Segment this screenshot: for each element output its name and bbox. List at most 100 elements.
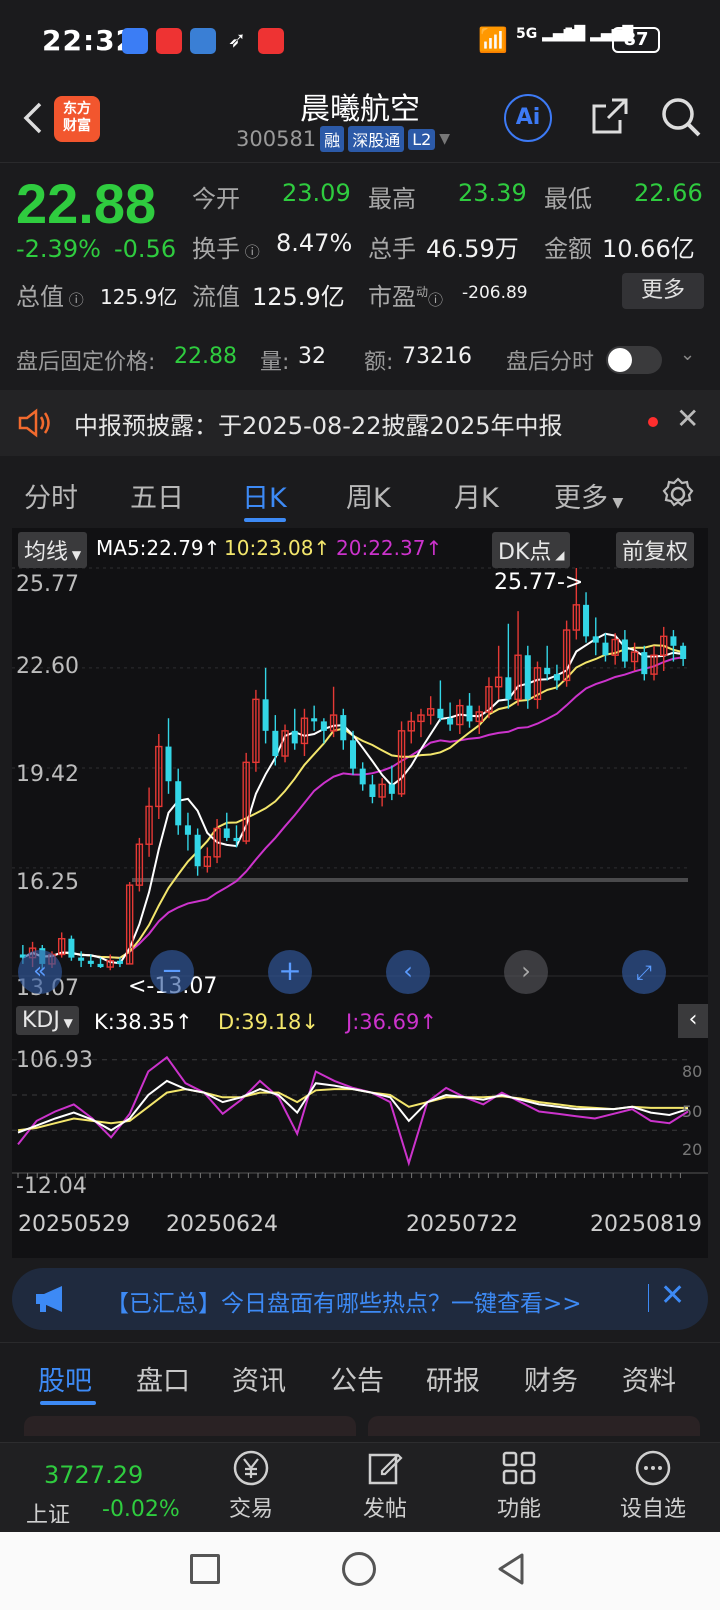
tab-announcements[interactable]: 公告 <box>330 1359 384 1398</box>
ah-amt: 73216 <box>402 344 472 369</box>
chevron-down-icon[interactable]: ⌄ <box>680 344 695 365</box>
fullscreen-icon[interactable]: ⤢ <box>622 950 666 994</box>
tab-forum[interactable]: 股吧 <box>38 1359 92 1398</box>
candle-body <box>272 730 279 757</box>
candle-body <box>320 721 327 731</box>
stock-code-row[interactable]: 300581 融 深股通 L2 ▼ <box>236 126 450 152</box>
tab-five-day[interactable]: 五日 <box>130 476 184 515</box>
more-dots-icon <box>635 1450 671 1486</box>
header: 东方 财富 晨曦航空 300581 融 深股通 L2 ▼ Ai <box>0 84 720 160</box>
tab-weekly-k[interactable]: 周K <box>346 476 391 515</box>
candle-body <box>97 963 104 968</box>
candle-body <box>311 718 318 722</box>
date-tick-1: 20250529 <box>18 1212 130 1237</box>
stock-code: 300581 <box>236 127 317 151</box>
tab-monthly-k[interactable]: 月K <box>454 476 499 515</box>
notice-banner[interactable]: 中报预披露：于2025-08-22披露2025年中报 ✕ <box>0 390 720 456</box>
rewind-icon[interactable]: « <box>18 950 62 994</box>
candle-body <box>175 781 182 826</box>
kdj-d-value: D:39.18↓ <box>218 1010 319 1034</box>
pe-value: -206.89 <box>462 283 528 303</box>
promo-banner[interactable]: 【已汇总】今日盘面有哪些热点？一键查看>> ✕ <box>12 1268 708 1330</box>
candle-body <box>262 699 269 731</box>
post-button[interactable]: 发帖 <box>340 1449 430 1523</box>
kdj-chip[interactable]: KDJ ▼ <box>16 1006 79 1035</box>
recents-icon[interactable] <box>190 1554 220 1584</box>
close-icon[interactable]: ✕ <box>676 402 699 435</box>
ah-toggle-label: 盘后分时 <box>506 350 595 375</box>
amount-value: 10.66亿 <box>602 235 695 263</box>
ma-legend-bar: 均线 ▼ MA5:22.79↑ 10:23.08↑ 20:22.37↑ DK点 … <box>12 528 708 568</box>
collapse-icon[interactable]: ‹ <box>678 1004 708 1038</box>
candle-body <box>437 708 444 719</box>
dk-chip[interactable]: DK点 ◢ <box>492 532 571 568</box>
mktcap-label: 总值 ⓘ <box>16 283 84 311</box>
ah-price: 22.88 <box>174 344 237 369</box>
kline-chart[interactable] <box>12 528 708 1258</box>
more-button[interactable]: 更多 <box>622 273 704 309</box>
candle-body <box>78 957 85 961</box>
ma10-line <box>22 644 684 959</box>
candle-body <box>116 960 123 964</box>
open-label: 今开 <box>192 185 240 213</box>
function-button[interactable]: 功能 <box>474 1449 564 1523</box>
adjust-chip[interactable]: 前复权 <box>616 532 695 568</box>
volume-value: 46.59万 <box>426 235 519 263</box>
candle-body <box>544 667 551 675</box>
tab-news[interactable]: 资讯 <box>232 1359 286 1398</box>
search-icon[interactable] <box>660 96 702 138</box>
chevron-left-icon[interactable]: ‹ <box>386 950 430 994</box>
date-tick-3: 20250722 <box>406 1212 518 1237</box>
kdj-j-value: J:36.69↑ <box>346 1010 437 1034</box>
turnover-value: 8.47% <box>276 229 353 257</box>
high-label: 最高 <box>368 185 416 213</box>
add-watchlist-button[interactable]: 设自选 <box>608 1449 698 1523</box>
tab-more[interactable]: 更多 ▼ <box>554 476 623 515</box>
after-hours-toggle[interactable] <box>606 346 662 374</box>
home-icon[interactable] <box>342 1552 376 1586</box>
share-icon[interactable] <box>590 96 630 136</box>
kdj-level-50: 50 <box>682 1102 703 1121</box>
notice-text: 中报预披露：于2025-08-22披露2025年中报 <box>74 412 563 440</box>
ai-button[interactable]: Ai <box>504 94 552 142</box>
pe-label: 市盈动ⓘ <box>368 283 444 311</box>
float-value: 125.9亿 <box>252 283 345 311</box>
candle-body <box>184 825 191 835</box>
price-tick-2: 22.60 <box>16 654 79 679</box>
trade-button[interactable]: 交易 <box>206 1449 296 1523</box>
tab-orderbook[interactable]: 盘口 <box>136 1359 190 1398</box>
candle-body <box>592 636 599 643</box>
change-pct: -2.39% <box>16 235 101 263</box>
system-nav-bar <box>0 1532 720 1610</box>
tab-research[interactable]: 研报 <box>426 1359 480 1398</box>
news-notification-icon <box>156 28 182 54</box>
low-label: 最低 <box>544 185 592 213</box>
zoom-in-icon[interactable]: + <box>268 950 312 994</box>
candle-body <box>602 642 609 656</box>
tab-finance[interactable]: 财务 <box>524 1359 578 1398</box>
candle-body <box>369 784 376 797</box>
content-tabs: 股吧 盘口 资讯 公告 研报 财务 资料 <box>0 1342 720 1408</box>
date-tick-2: 20250624 <box>166 1212 278 1237</box>
tab-daily-k[interactable]: 日K <box>242 476 287 515</box>
feed-card-peek[interactable] <box>368 1416 700 1436</box>
ma20-line <box>22 656 684 959</box>
close-icon[interactable]: ✕ <box>660 1278 685 1313</box>
ma5-value: MA5:22.79↑ <box>96 536 221 560</box>
settings-icon[interactable] <box>660 476 696 512</box>
index-value[interactable]: 3727.29 <box>44 1461 143 1489</box>
tab-intraday[interactable]: 分时 <box>24 476 78 515</box>
ma-chip[interactable]: 均线 ▼ <box>18 532 88 568</box>
kdj-level-20: 20 <box>682 1140 703 1159</box>
chevron-right-icon[interactable]: › <box>504 950 548 994</box>
zoom-out-icon[interactable]: − <box>150 950 194 994</box>
candle-body <box>447 718 454 725</box>
candle-body <box>165 746 172 782</box>
app-notification-icon <box>122 28 148 54</box>
candle-body <box>621 639 628 662</box>
back-nav-icon[interactable] <box>494 1552 528 1586</box>
feed-card-peek[interactable] <box>24 1416 356 1436</box>
tab-profile[interactable]: 资料 <box>622 1359 676 1398</box>
turnover-label: 换手 ⓘ <box>192 235 260 263</box>
candle-body <box>670 636 677 646</box>
